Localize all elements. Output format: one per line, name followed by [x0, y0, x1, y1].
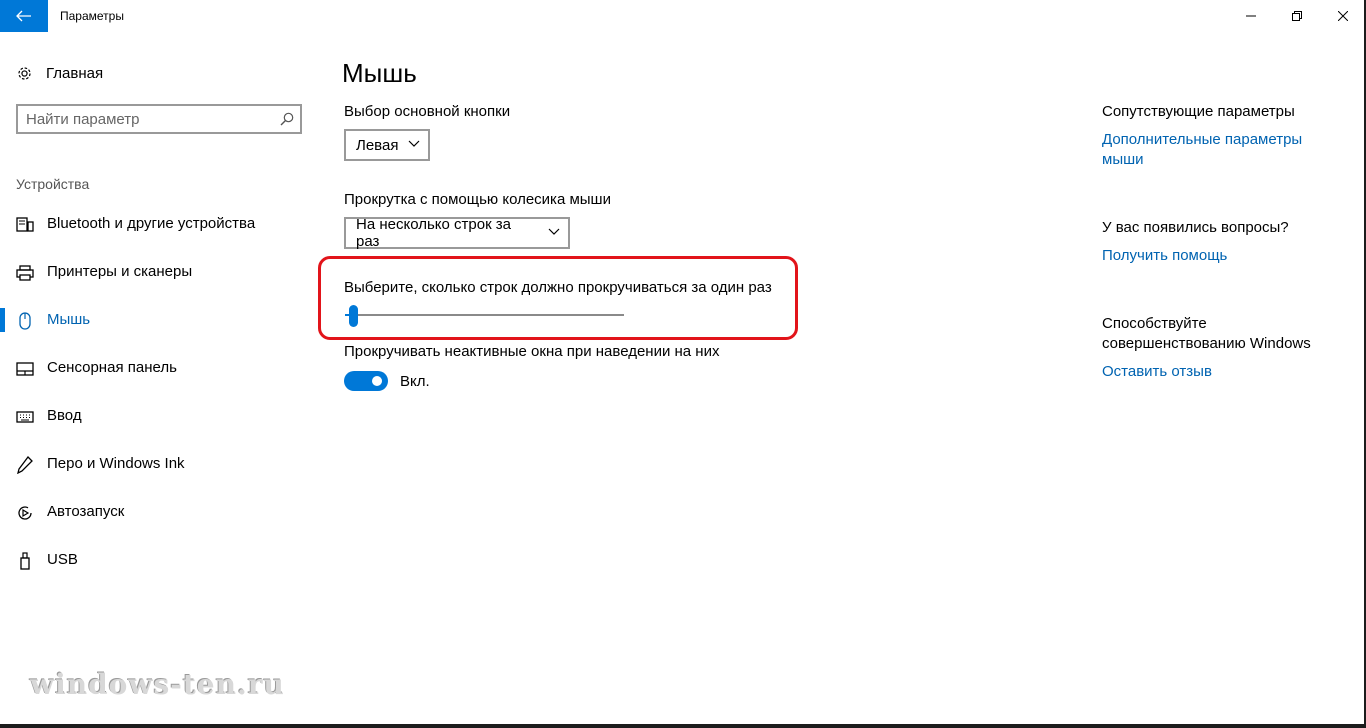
annotation-highlight-box	[318, 256, 798, 340]
sidebar-item-typing[interactable]: Ввод	[0, 396, 310, 436]
toggle-knob	[372, 376, 382, 386]
sidebar-item-touchpad[interactable]: Сенсорная панель	[0, 348, 310, 388]
toggle-state-label: Вкл.	[400, 373, 430, 390]
sidebar-item-mouse[interactable]: Мышь	[0, 300, 310, 340]
sidebar-item-pen[interactable]: Перо и Windows Ink	[0, 444, 310, 484]
bluetooth-devices-icon	[16, 216, 34, 234]
primary-button-dropdown[interactable]: Левая	[344, 129, 430, 161]
additional-mouse-options-link[interactable]: Дополнительные параметры мыши	[1102, 130, 1342, 170]
pen-icon	[16, 456, 34, 474]
sidebar-item-label: Мышь	[47, 311, 91, 328]
minimize-button[interactable]	[1228, 0, 1274, 32]
sidebar-item-bluetooth[interactable]: Bluetooth и другие устройства	[0, 204, 310, 244]
sidebar-item-label: Ввод	[47, 407, 82, 424]
dropdown-value: Левая	[356, 136, 399, 154]
minimize-icon	[1246, 15, 1256, 17]
search-input[interactable]	[26, 110, 276, 128]
inactive-scroll-label: Прокручивать неактивные окна при наведен…	[344, 343, 720, 360]
search-box[interactable]	[16, 104, 302, 134]
section-title-devices: Устройства	[16, 176, 90, 192]
sidebar-item-label: Bluetooth и другие устройства	[47, 215, 256, 232]
primary-button-label: Выбор основной кнопки	[344, 103, 511, 120]
inactive-scroll-toggle[interactable]	[344, 371, 388, 391]
window-title: Параметры	[60, 9, 124, 23]
sidebar-item-label: Перо и Windows Ink	[47, 455, 185, 472]
scroll-mode-dropdown[interactable]: На несколько строк за раз	[344, 216, 570, 250]
sidebar-item-label: USB	[47, 551, 78, 568]
back-button[interactable]	[0, 0, 48, 32]
get-help-link[interactable]: Получить помощь	[1102, 246, 1342, 266]
watermark: windows-ten.ru	[30, 668, 285, 701]
sidebar-item-label: Сенсорная панель	[47, 359, 177, 376]
related-settings-heading: Сопутствующие параметры	[1102, 103, 1295, 120]
close-button[interactable]	[1320, 0, 1366, 32]
touchpad-icon	[16, 360, 34, 378]
printer-icon	[16, 264, 34, 282]
autoplay-icon	[16, 504, 34, 522]
scroll-mode-label: Прокрутка с помощью колесика мыши	[344, 191, 611, 208]
sidebar-item-printers[interactable]: Принтеры и сканеры	[0, 252, 310, 292]
restore-button[interactable]	[1274, 0, 1320, 32]
close-icon	[1338, 11, 1348, 21]
mouse-icon	[16, 312, 34, 330]
sidebar-item-label: Принтеры и сканеры	[47, 263, 193, 280]
give-feedback-link[interactable]: Оставить отзыв	[1102, 362, 1342, 382]
title-bar: Параметры	[0, 0, 1364, 32]
search-icon[interactable]	[280, 112, 294, 131]
usb-icon	[16, 552, 34, 570]
home-nav-item[interactable]: Главная	[16, 62, 103, 84]
page-title: Мышь	[342, 58, 417, 88]
improve-windows-heading: Способствуйте совершенствованию Windows	[1102, 315, 1311, 352]
back-arrow-icon	[16, 10, 31, 22]
sidebar-item-autoplay[interactable]: Автозапуск	[0, 492, 310, 532]
gear-icon	[18, 66, 31, 80]
sidebar-item-usb[interactable]: USB	[0, 540, 310, 580]
keyboard-icon	[16, 408, 34, 426]
dropdown-value: На несколько строк за раз	[356, 216, 512, 250]
questions-heading: У вас появились вопросы?	[1102, 219, 1289, 236]
sidebar-item-label: Автозапуск	[47, 503, 125, 520]
home-label: Главная	[46, 64, 104, 82]
chevron-down-icon	[408, 140, 420, 147]
chevron-down-icon	[548, 228, 560, 235]
settings-window: Параметры Главная Устройст	[0, 0, 1366, 728]
restore-icon	[1292, 11, 1302, 21]
